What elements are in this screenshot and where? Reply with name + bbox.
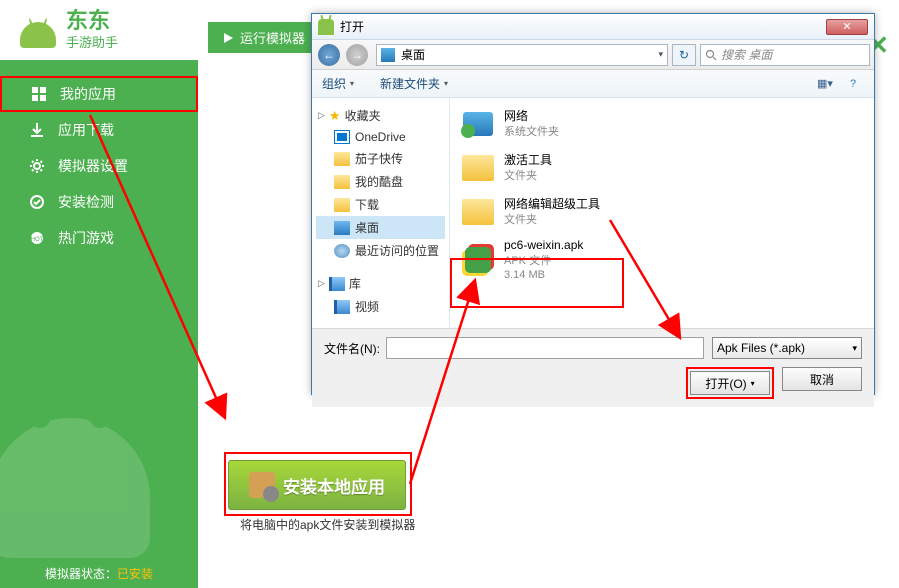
sidebar-item-emulator-settings[interactable]: 模拟器设置: [0, 148, 198, 184]
folder-icon: [334, 198, 350, 212]
tree-item-desktop[interactable]: 桌面: [316, 216, 445, 239]
file-item-activation[interactable]: 激活工具文件夹: [458, 146, 866, 190]
play-icon: [222, 32, 234, 44]
folder-icon: [462, 199, 494, 225]
hot-icon: HOT: [28, 229, 46, 247]
sidebar-item-label: 热门游戏: [58, 228, 114, 248]
install-button-label: 安装本地应用: [283, 473, 385, 498]
status-value: 已安装: [117, 567, 153, 581]
sidebar-item-label: 应用下载: [58, 120, 114, 140]
logo-subtitle: 手游助手: [66, 32, 118, 51]
organize-menu[interactable]: 组织: [322, 75, 354, 92]
android-icon: [318, 19, 334, 35]
open-button[interactable]: 打开(O)▾: [690, 371, 770, 395]
sidebar-item-label: 我的应用: [60, 84, 116, 104]
sidebar-item-label: 安装检测: [58, 192, 114, 212]
new-folder-button[interactable]: 新建文件夹: [380, 75, 448, 92]
desktop-icon: [334, 221, 350, 235]
app-logo-icon: [18, 10, 58, 50]
file-type-filter[interactable]: Apk Files (*.apk)▾: [712, 337, 862, 359]
folder-icon: [334, 175, 350, 189]
search-input[interactable]: 搜索 桌面: [700, 44, 870, 66]
open-button-highlight: 打开(O)▾: [686, 367, 774, 399]
library-icon: [329, 277, 345, 291]
dialog-bottom: 文件名(N): Apk Files (*.apk)▾ 打开(O)▾ 取消: [312, 328, 874, 407]
logo-title: 东东: [66, 10, 118, 32]
tree-item-onedrive[interactable]: OneDrive: [316, 127, 445, 147]
svg-text:HOT: HOT: [31, 237, 44, 243]
logo-area: 东东 手游助手: [0, 0, 198, 60]
video-library-icon: [334, 300, 350, 314]
grid-icon: [30, 85, 48, 103]
tree-item-recent[interactable]: 最近访问的位置: [316, 239, 445, 262]
recent-icon: [334, 244, 350, 258]
file-item-nettools[interactable]: 网络编辑超级工具文件夹: [458, 190, 866, 234]
dialog-nav-bar: ← → 桌面 ▾ ↻ 搜索 桌面: [312, 40, 874, 70]
address-text: 桌面: [401, 46, 425, 63]
tree-libraries-header[interactable]: ▷库: [316, 272, 445, 295]
download-icon: [28, 121, 46, 139]
address-bar[interactable]: 桌面 ▾: [376, 44, 668, 66]
sidebar-item-label: 模拟器设置: [58, 156, 128, 176]
dialog-close-button[interactable]: ✕: [826, 19, 868, 35]
dialog-titlebar[interactable]: 打开 ✕: [312, 14, 874, 40]
cancel-button[interactable]: 取消: [782, 367, 862, 391]
filename-input[interactable]: [386, 337, 704, 359]
filename-label: 文件名(N):: [324, 340, 380, 357]
tree-item-downloads[interactable]: 下载: [316, 193, 445, 216]
sidebar-item-install-check[interactable]: 安装检测: [0, 184, 198, 220]
open-file-dialog: 打开 ✕ ← → 桌面 ▾ ↻ 搜索 桌面 组织 新建文件夹 ▦▾ ? ▷★收藏…: [311, 13, 875, 395]
tree-favorites-header[interactable]: ▷★收藏夹: [316, 104, 445, 127]
tree-item-qiezi[interactable]: 茄子快传: [316, 147, 445, 170]
install-local-app-button[interactable]: 安装本地应用: [228, 460, 406, 510]
dialog-title: 打开: [340, 18, 364, 35]
run-emulator-label: 运行模拟器: [240, 28, 305, 47]
onedrive-icon: [334, 130, 350, 144]
file-list: 网络系统文件夹 激活工具文件夹 网络编辑超级工具文件夹 pc6-weixin.a…: [450, 98, 874, 328]
search-icon: [705, 49, 717, 61]
desktop-icon: [381, 48, 395, 62]
search-placeholder: 搜索 桌面: [721, 46, 772, 63]
run-emulator-button[interactable]: 运行模拟器: [208, 22, 319, 53]
nav-back-button[interactable]: ←: [316, 43, 342, 67]
folder-icon: [462, 155, 494, 181]
apk-icon: [462, 244, 494, 276]
sidebar-item-my-apps[interactable]: 我的应用: [0, 76, 198, 112]
install-caption: 将电脑中的apk文件安装到模拟器: [240, 516, 415, 533]
view-mode-button[interactable]: ▦▾: [814, 74, 836, 94]
sidebar-item-downloads[interactable]: 应用下载: [0, 112, 198, 148]
help-button[interactable]: ?: [842, 74, 864, 94]
package-icon: [249, 472, 275, 498]
file-item-apk[interactable]: pc6-weixin.apkAPK 文件3.14 MB: [458, 234, 866, 286]
folder-icon: [334, 152, 350, 166]
network-icon: [463, 112, 493, 136]
folder-tree: ▷★收藏夹 OneDrive 茄子快传 我的酷盘 下载 桌面 最近访问的位置 ▷…: [312, 98, 450, 328]
nav-forward-button[interactable]: →: [344, 43, 370, 67]
status-label: 模拟器状态：: [45, 567, 117, 581]
file-item-network[interactable]: 网络系统文件夹: [458, 102, 866, 146]
sidebar: 东东 手游助手 我的应用 应用下载 模拟器设置 安装检测 HOT 热门游戏 模拟…: [0, 0, 198, 588]
emulator-status: 模拟器状态：已安装: [0, 565, 198, 582]
gear-icon: [28, 157, 46, 175]
tree-item-kupan[interactable]: 我的酷盘: [316, 170, 445, 193]
dialog-toolbar: 组织 新建文件夹 ▦▾ ?: [312, 70, 874, 98]
check-circle-icon: [28, 193, 46, 211]
tree-item-videos[interactable]: 视频: [316, 295, 445, 318]
refresh-button[interactable]: ↻: [672, 44, 696, 66]
background-robot-icon: [0, 298, 160, 558]
sidebar-item-hot-games[interactable]: HOT 热门游戏: [0, 220, 198, 256]
